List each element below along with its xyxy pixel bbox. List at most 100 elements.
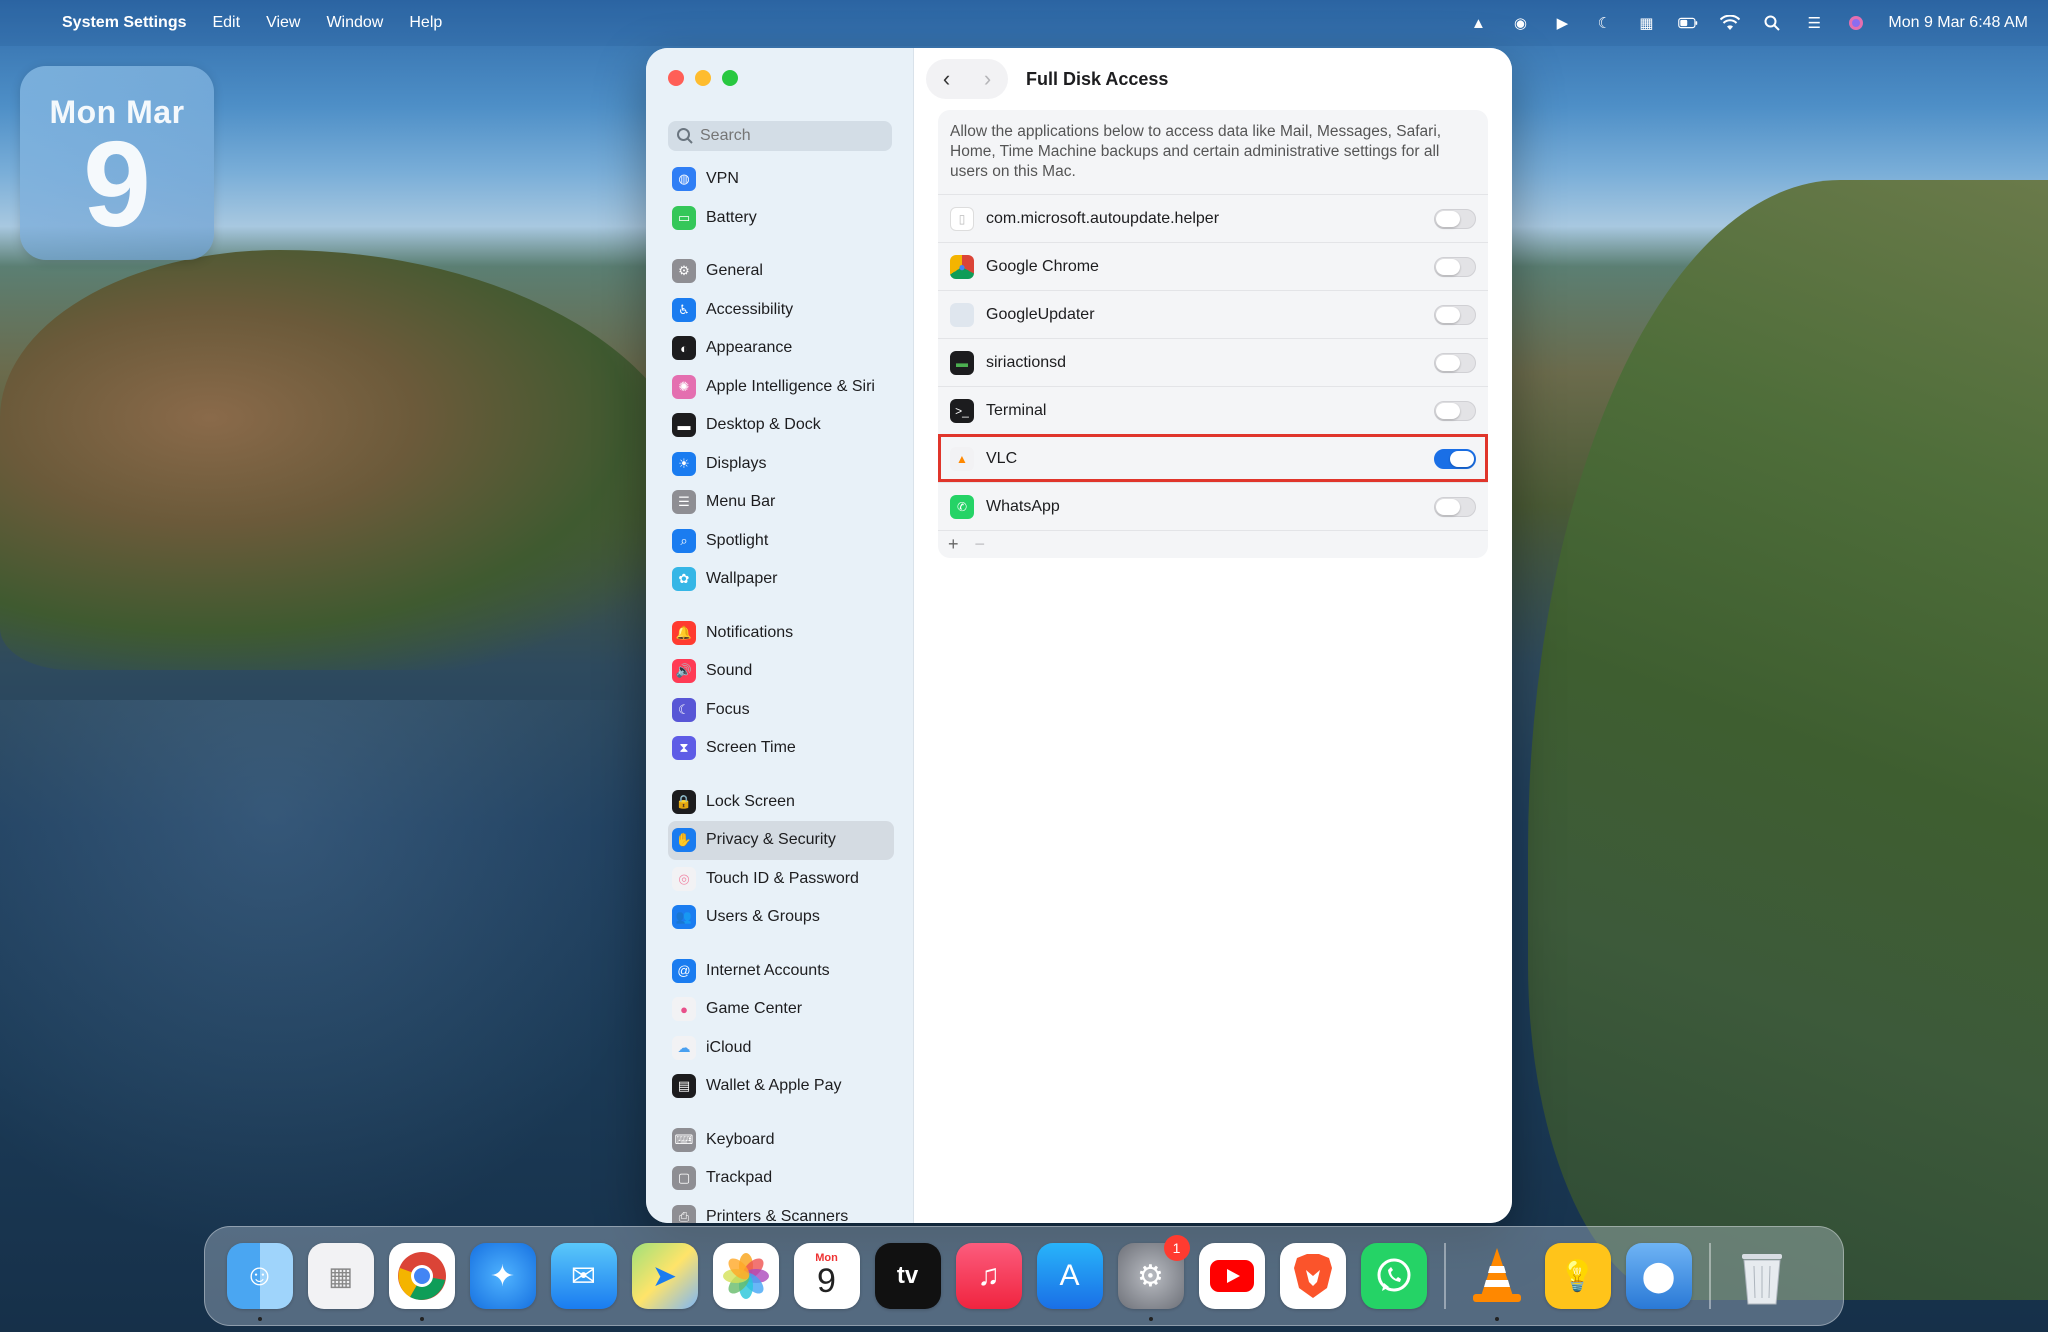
mail-icon[interactable]: ✉ (550, 1243, 617, 1309)
calendar-widget[interactable]: Mon Mar 9 (20, 66, 214, 260)
access-toggle[interactable] (1434, 400, 1476, 421)
sidebar-item-wallpaper[interactable]: ✿ Wallpaper (668, 560, 894, 599)
access-toggle[interactable] (1434, 304, 1476, 325)
system-settings-icon[interactable]: ⚙ 1 (1117, 1235, 1190, 1321)
app-row[interactable]: ▬ siriactionsd (938, 338, 1488, 386)
menu-clock[interactable]: Mon 9 Mar 6:48 AM (1888, 14, 2028, 32)
app-row[interactable]: ● Google Chrome (938, 242, 1488, 290)
sidebar-item-privacy-security[interactable]: ✋ Privacy & Security (668, 821, 894, 860)
close-button[interactable] (668, 70, 684, 86)
menu-app-name[interactable]: System Settings (62, 14, 186, 32)
sidebar-item-apple-intelligence-siri[interactable]: ✺ Apple Intelligence & Siri (668, 368, 894, 407)
menu-view[interactable]: View (266, 14, 300, 32)
calendar-icon[interactable]: Mon 9 (793, 1243, 860, 1309)
menu-help[interactable]: Help (409, 14, 442, 32)
remove-button[interactable]: − (975, 534, 986, 555)
sidebar-item-menu-bar[interactable]: ☰ Menu Bar (668, 483, 894, 522)
siri-menubar-icon[interactable] (1846, 14, 1866, 32)
brave-icon[interactable] (1279, 1243, 1346, 1309)
access-toggle[interactable] (1434, 352, 1476, 373)
keyboard-input-icon[interactable]: ▦ (1636, 14, 1656, 32)
menu-edit[interactable]: Edit (212, 14, 240, 32)
sidebar-item-screen-time[interactable]: ⧗ Screen Time (668, 729, 894, 768)
maps-icon[interactable]: ➤ (631, 1243, 698, 1309)
keyboard-icon: ⌨ (672, 1127, 696, 1152)
minimize-button[interactable] (695, 70, 711, 86)
wallpaper-hills-right (1528, 180, 2048, 1300)
sidebar-item-touch-id-password[interactable]: ◎ Touch ID & Password (668, 860, 894, 899)
sidebar-item-game-center[interactable]: ● Game Center (668, 990, 894, 1029)
search-field[interactable] (668, 121, 892, 151)
add-remove-bar: + − (938, 530, 1488, 558)
sidebar-item-lock-screen[interactable]: 🔒 Lock Screen (668, 783, 894, 822)
access-toggle[interactable] (1434, 496, 1476, 517)
apple-tv-icon[interactable]: tv (874, 1243, 941, 1309)
sidebar-item-label: Trackpad (706, 1169, 773, 1187)
sidebar-item-trackpad[interactable]: ▢ Trackpad (668, 1159, 894, 1198)
app-store-icon[interactable]: A (1036, 1243, 1103, 1309)
printer-icon: ⎙ (672, 1204, 696, 1223)
youtube-icon[interactable] (1198, 1243, 1265, 1309)
sidebar-item-sound[interactable]: 🔊 Sound (668, 652, 894, 691)
at-icon: @ (672, 958, 696, 983)
whatsapp-dock-icon[interactable] (1360, 1243, 1427, 1309)
sidebar-item-printers-scanners[interactable]: ⎙ Printers & Scanners (668, 1198, 894, 1223)
music-icon[interactable]: ♫ (955, 1243, 1022, 1309)
access-toggle[interactable] (1434, 208, 1476, 229)
sidebar-item-users-groups[interactable]: 👥 Users & Groups (668, 898, 894, 937)
grammarly-icon[interactable]: ◉ (1510, 14, 1530, 32)
app-row[interactable]: ▲ VLC (938, 434, 1488, 482)
sidebar-item-general[interactable]: ⚙ General (668, 252, 894, 291)
storage-app-icon[interactable]: ⬤ (1625, 1243, 1692, 1309)
trash-icon[interactable] (1729, 1243, 1795, 1309)
sidebar-item-spotlight[interactable]: ⌕ Spotlight (668, 522, 894, 561)
sidebar-item-icloud[interactable]: ☁ iCloud (668, 1029, 894, 1068)
app-name: siriactionsd (986, 353, 1067, 371)
chrome-icon[interactable] (388, 1243, 455, 1321)
sidebar-item-accessibility[interactable]: ♿ Accessibility (668, 291, 894, 330)
control-center-icon[interactable]: ☰ (1804, 14, 1824, 32)
sidebar-item-displays[interactable]: ☀ Displays (668, 445, 894, 484)
siri-icon: ✺ (672, 374, 696, 399)
sidebar-item-label: Apple Intelligence & Siri (706, 377, 875, 395)
search-input[interactable] (700, 127, 880, 145)
wifi-icon[interactable] (1720, 14, 1741, 32)
system-settings-window: ◍ VPN ▭ Battery ⚙ General ♿ Accessibility ◐ Appea… (646, 48, 1512, 1223)
sidebar-item-focus[interactable]: ☾ Focus (668, 691, 894, 730)
vlc-status-icon[interactable]: ▲ (1468, 14, 1488, 32)
access-toggle[interactable] (1434, 256, 1476, 277)
play-icon[interactable]: ▶ (1552, 14, 1572, 32)
app-row[interactable]: ▯ com.microsoft.autoupdate.helper (938, 194, 1488, 242)
access-toggle[interactable] (1434, 448, 1476, 469)
photos-icon[interactable] (712, 1243, 779, 1309)
sidebar-item-label: Wallpaper (706, 570, 778, 588)
sidebar-item-label: iCloud (706, 1038, 752, 1056)
menu-window[interactable]: Window (326, 14, 383, 32)
battery-status-icon[interactable] (1678, 14, 1698, 32)
sidebar-item-label: Keyboard (706, 1130, 775, 1148)
vlc-dock-icon[interactable] (1464, 1243, 1530, 1321)
add-button[interactable]: + (948, 534, 959, 555)
sidebar-item-internet-accounts[interactable]: @ Internet Accounts (668, 952, 894, 991)
sidebar-item-battery[interactable]: ▭ Battery (668, 199, 894, 238)
sidebar-item-label: Users & Groups (706, 908, 820, 926)
sidebar-item-wallet-apple-pay[interactable]: ▤ Wallet & Apple Pay (668, 1067, 894, 1106)
sidebar-item-appearance[interactable]: ◐ Appearance (668, 329, 894, 368)
sidebar-item-vpn[interactable]: ◍ VPN (668, 160, 894, 199)
forward-chevron-icon[interactable]: › (973, 66, 1003, 92)
sidebar-item-desktop-dock[interactable]: ▬ Desktop & Dock (668, 406, 894, 445)
spotlight-search-icon[interactable] (1762, 14, 1782, 32)
sidebar-item-notifications[interactable]: 🔔 Notifications (668, 614, 894, 653)
zoom-button[interactable] (722, 70, 738, 86)
finder-icon[interactable]: ☺ (226, 1243, 293, 1321)
app-row[interactable]: >_ Terminal (938, 386, 1488, 434)
app-row[interactable]: ✆ WhatsApp (938, 482, 1488, 530)
sidebar-nav: ◍ VPN ▭ Battery ⚙ General ♿ Accessibility ◐ Appea… (668, 160, 894, 1223)
focus-moon-icon[interactable]: ☾ (1594, 14, 1614, 32)
safari-icon[interactable]: ✦ (469, 1243, 536, 1309)
back-chevron-icon[interactable]: ‹ (932, 66, 962, 92)
launchpad-icon[interactable]: ▦ (307, 1243, 374, 1309)
sidebar-item-keyboard[interactable]: ⌨ Keyboard (668, 1121, 894, 1160)
app-row[interactable]: GoogleUpdater (938, 290, 1488, 338)
lightbulb-app-icon[interactable]: 💡 (1544, 1243, 1611, 1309)
